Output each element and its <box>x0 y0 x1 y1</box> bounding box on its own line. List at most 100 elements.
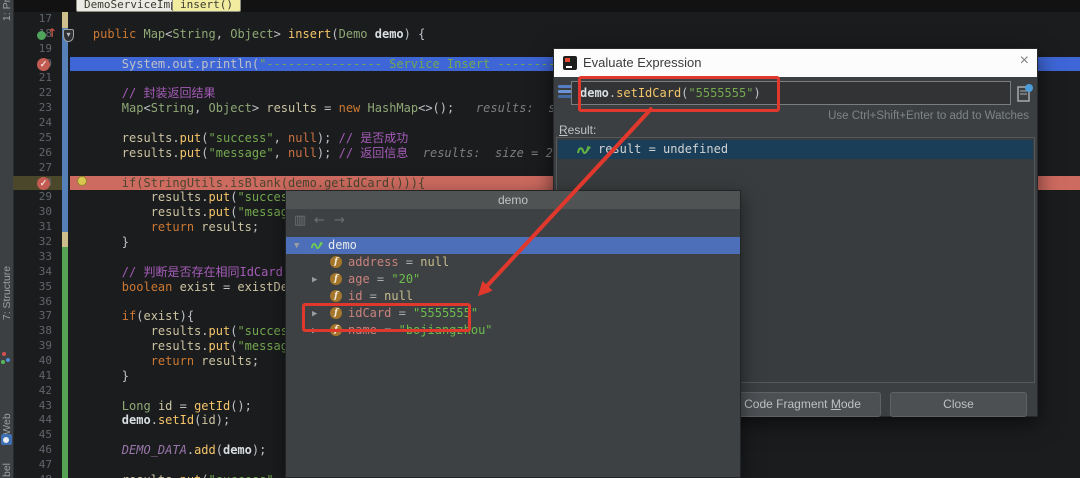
line-number: 17 <box>14 12 52 27</box>
structure-plugin-icon <box>1 360 5 364</box>
code-line-30[interactable]: results.put("message <box>64 205 295 220</box>
line-number: 46 <box>14 443 52 458</box>
tool-window-stripe: 1: Pr 7: Structure Web bel <box>0 0 14 478</box>
tree-row-root[interactable]: ▼ demo <box>286 237 740 254</box>
watches-hint-text: Use Ctrl+Shift+Enter to add to Watches <box>828 110 1029 122</box>
annotation-box-expression <box>578 76 780 112</box>
breakpoint-icon-line20[interactable]: ✓ <box>37 58 50 71</box>
vcs-change-marker <box>62 12 68 28</box>
field-text: address = null <box>348 254 449 271</box>
structure-plugin-icon[interactable] <box>2 352 6 356</box>
sidebar-item-project[interactable]: 1: Pr <box>1 0 13 21</box>
field-text: age = "20" <box>348 271 420 288</box>
result-row[interactable]: result = undefined <box>558 140 1033 159</box>
line-number: 48 <box>14 473 52 478</box>
popup-toolbar: ▥ ← → <box>286 209 740 235</box>
result-value: result = undefined <box>598 141 728 158</box>
app-logo-icon <box>563 56 577 70</box>
sidebar-item-web[interactable]: Web <box>1 413 13 434</box>
code-line-41[interactable]: } <box>64 369 129 384</box>
structure-plugin-icon <box>6 358 10 362</box>
method-run-dot-icon[interactable] <box>37 31 46 40</box>
code-line-20[interactable]: System.out.println("---------------- Ser… <box>64 57 591 72</box>
line-number: 42 <box>14 384 52 399</box>
line-number: 36 <box>14 295 52 310</box>
code-line-48[interactable]: results.put("success", t <box>64 473 295 478</box>
code-fragment-mode-button[interactable]: Code Fragment Mode <box>724 392 881 417</box>
code-line-22[interactable]: // 封装返回结果 <box>64 86 215 101</box>
history-icon[interactable] <box>1016 83 1034 103</box>
line-number: 31 <box>14 220 52 235</box>
code-line-38[interactable]: results.put("success <box>64 324 295 339</box>
code-line-37[interactable]: if(exist){ <box>64 309 194 324</box>
code-line-31[interactable]: return results; <box>64 220 259 235</box>
line-number: 45 <box>14 428 52 443</box>
tree-row-address[interactable]: f address = null <box>286 254 740 271</box>
code-line-32[interactable]: } <box>64 235 129 250</box>
line-number: 33 <box>14 250 52 265</box>
chevron-right-icon[interactable]: ▶ <box>312 272 317 289</box>
line-number: 19 <box>14 42 52 57</box>
close-button[interactable]: Close <box>890 392 1027 417</box>
sidebar-item-structure[interactable]: 7: Structure <box>1 266 13 320</box>
back-arrow-icon[interactable]: ← <box>314 213 325 228</box>
dialog-title: Evaluate Expression <box>583 55 702 70</box>
field-icon: f <box>330 273 342 285</box>
line-number: 26 <box>14 146 52 161</box>
line-number: 38 <box>14 324 52 339</box>
line-number: 44 <box>14 413 52 428</box>
line-number: 32 <box>14 235 52 250</box>
line-number: 34 <box>14 265 52 280</box>
root-label: demo <box>328 237 357 254</box>
code-line-29[interactable]: results.put("success <box>64 190 295 205</box>
line-number: 23 <box>14 101 52 116</box>
forward-arrow-icon[interactable]: → <box>334 213 345 228</box>
code-line-43[interactable]: Long id = getId(); <box>64 399 252 414</box>
field-icon: f <box>330 256 342 268</box>
line-number: 30 <box>14 205 52 220</box>
intention-lightbulb-icon[interactable] <box>77 176 87 186</box>
result-label: Result: <box>559 123 596 137</box>
field-icon: f <box>330 290 342 302</box>
chevron-down-icon[interactable]: ▼ <box>294 238 299 255</box>
dialog-titlebar[interactable]: Evaluate Expression × <box>554 49 1037 77</box>
line-number: 29 <box>14 190 52 205</box>
code-line-18[interactable]: public Map<String, Object> insert(Demo d… <box>64 27 425 42</box>
line-number: 22 <box>14 86 52 101</box>
code-line-28[interactable]: if(StringUtils.isBlank(demo.getIdCard())… <box>64 176 425 191</box>
watch-result-icon <box>310 239 324 252</box>
web-icon[interactable] <box>1 434 12 445</box>
sidebar-item-bottom[interactable]: bel <box>1 463 13 477</box>
line-number: 39 <box>14 339 52 354</box>
line-number: 24 <box>14 116 52 131</box>
code-line-44[interactable]: demo.setId(id); <box>64 413 230 428</box>
code-line-23[interactable]: Map<String, Object> results = new HashMa… <box>64 101 592 116</box>
view-as-icon[interactable]: ▥ <box>294 213 306 228</box>
code-line-35[interactable]: boolean exist = existDem <box>64 280 295 295</box>
line-number: 27 <box>14 161 52 176</box>
watch-result-icon <box>576 143 592 157</box>
line-number: 25 <box>14 131 52 146</box>
code-line-26[interactable]: results.put("message", null); // 返回信息 re… <box>64 146 553 161</box>
annotation-box-idcard <box>302 303 471 332</box>
tree-row-age[interactable]: ▶ f age = "20" <box>286 271 740 288</box>
close-icon[interactable]: × <box>1020 52 1029 70</box>
ide-debug-screen: DemoServiceImpl insert() 1: Pr 7: Struct… <box>0 0 1080 478</box>
breadcrumb-method[interactable]: insert() <box>172 0 241 12</box>
code-line-25[interactable]: results.put("success", null); // 是否成功 <box>64 131 408 146</box>
breakpoint-icon-line28[interactable]: ✓ <box>37 177 50 190</box>
execution-pin-icon[interactable]: ▾ <box>63 29 74 42</box>
line-number: 35 <box>14 280 52 295</box>
variable-inspect-popup: demo ▥ ← → ▼ demo f address = null ▶ f age = "… <box>285 190 741 478</box>
hotswap-arrow-icon: ↑ <box>47 26 57 40</box>
code-line-34[interactable]: // 判断是否存在相同IdCard <box>64 265 283 280</box>
web-globe-dot <box>3 437 9 443</box>
line-number: 47 <box>14 458 52 473</box>
popup-title[interactable]: demo <box>286 191 740 209</box>
line-number: 43 <box>14 399 52 414</box>
code-line-46[interactable]: DEMO_DATA.add(demo); <box>64 443 266 458</box>
line-number: 37 <box>14 309 52 324</box>
code-line-40[interactable]: return results; <box>64 354 259 369</box>
line-number: 21 <box>14 71 52 86</box>
code-line-39[interactable]: results.put("message <box>64 339 295 354</box>
